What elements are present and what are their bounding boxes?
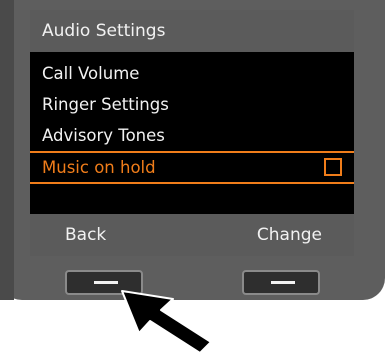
pointer-arrow-icon <box>121 290 212 354</box>
